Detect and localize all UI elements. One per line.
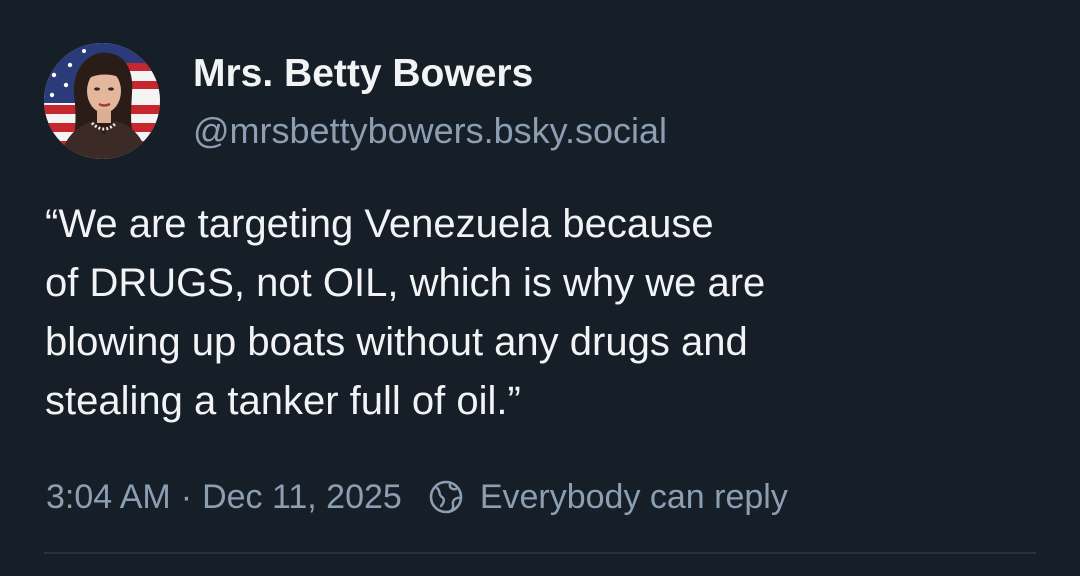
reply-setting-label: Everybody can reply (479, 477, 788, 516)
author-handle[interactable]: @mrsbettybowers.bsky.social (193, 108, 667, 154)
author-display-name[interactable]: Mrs. Betty Bowers (193, 50, 533, 98)
divider (44, 552, 1036, 554)
post-time[interactable]: 3:04 AM (46, 478, 171, 517)
author-avatar[interactable] (44, 43, 160, 159)
post-date[interactable]: Dec 11, 2025 (202, 478, 402, 517)
post-thread-item: Mrs. Betty Bowers @mrsbettybowers.bsky.s… (0, 0, 1080, 576)
reply-setting[interactable]: Everybody can reply (428, 478, 788, 517)
post-meta: 3:04 AM · Dec 11, 2025 Everybody can rep… (46, 474, 788, 520)
meta-separator: · (180, 477, 193, 516)
post-text: “We are targeting Venezuela because of D… (45, 202, 766, 423)
avatar-image (44, 43, 160, 159)
globe-icon (428, 479, 464, 515)
